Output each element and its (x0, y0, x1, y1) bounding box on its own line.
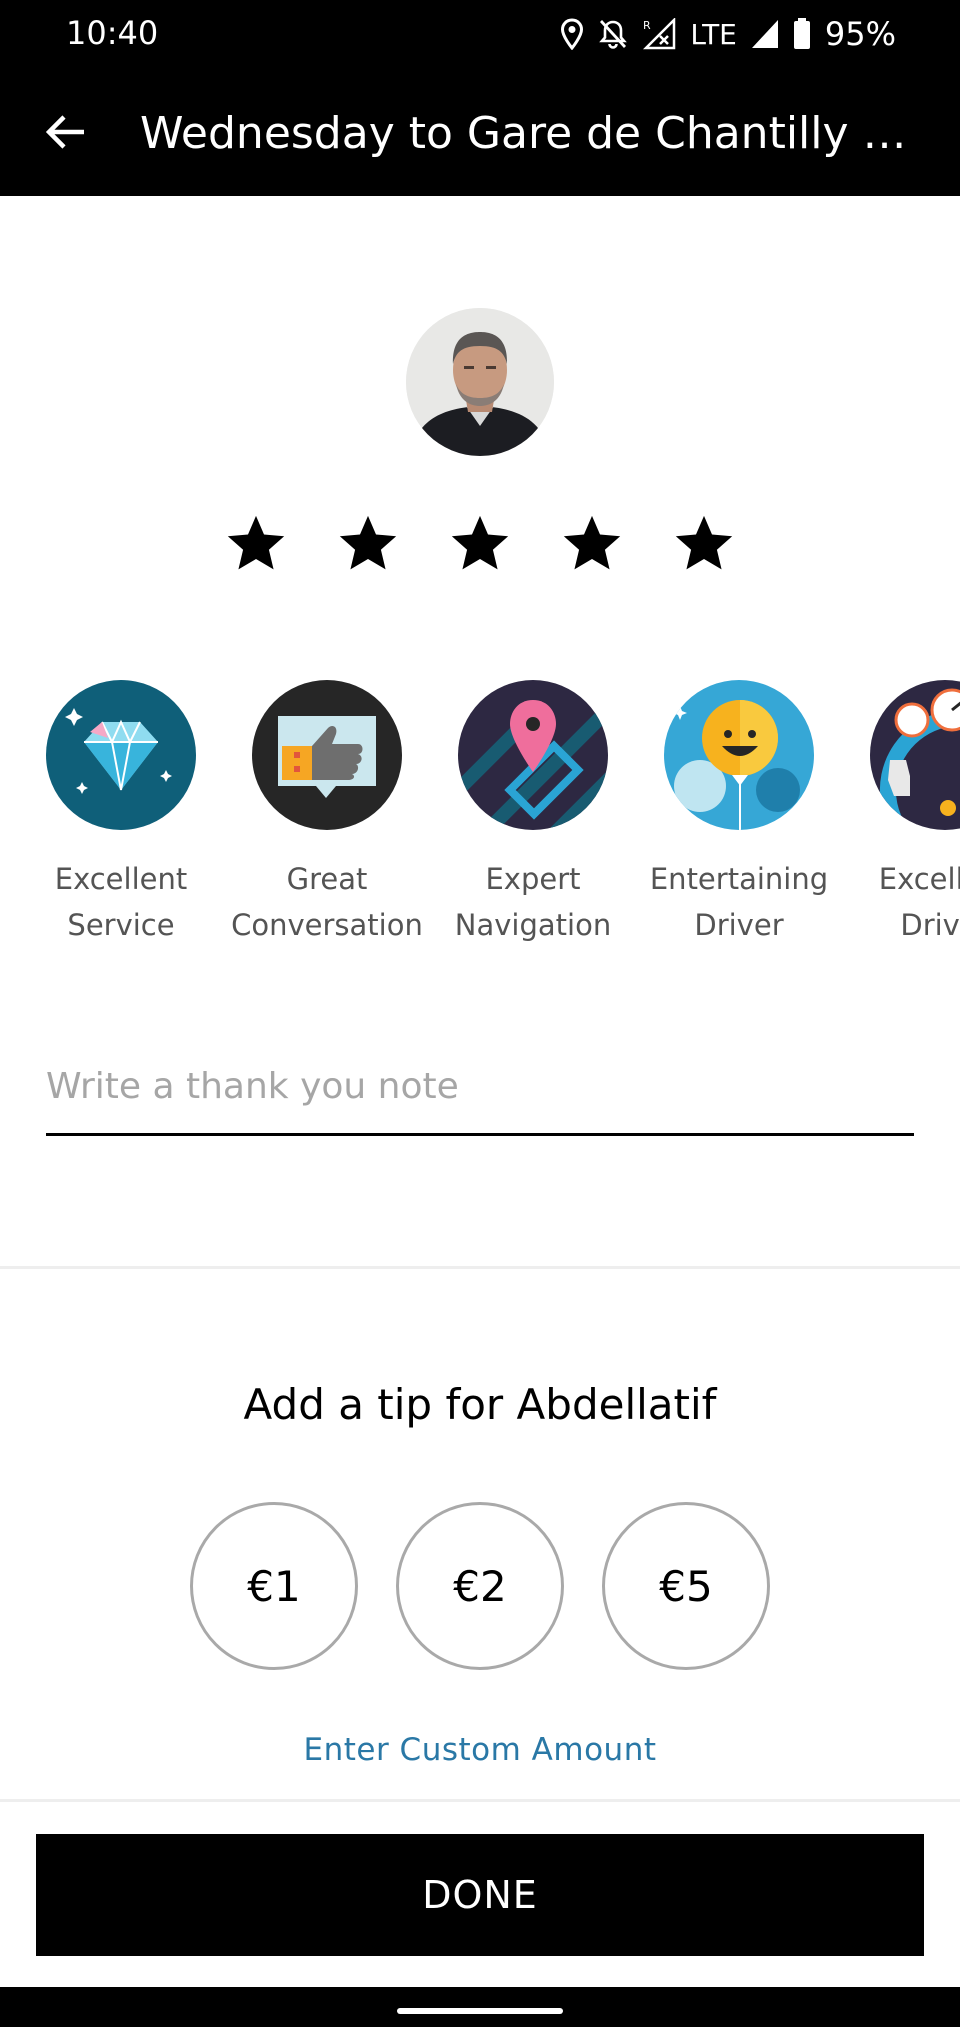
app-bar: Wednesday to Gare de Chantilly Go… (0, 70, 960, 196)
tip-option-1-euro[interactable]: €1 (190, 1502, 358, 1670)
compliment-label: Excellent Driver (878, 862, 960, 942)
star-icon-4[interactable] (561, 512, 623, 574)
star-icon-2[interactable] (337, 512, 399, 574)
section-divider (0, 1266, 960, 1269)
compliment-label: Excellent Service (54, 862, 188, 942)
tip-option-2-euro[interactable]: €2 (396, 1502, 564, 1670)
driver-avatar (406, 308, 554, 456)
done-button[interactable]: DONE (36, 1834, 924, 1956)
enter-custom-amount-link[interactable]: Enter Custom Amount (0, 1732, 960, 1768)
compliment-label: Expert Navigation (454, 862, 612, 942)
smiley-balloon-icon (664, 680, 814, 830)
diamond-icon (46, 680, 196, 830)
footer-divider (0, 1799, 960, 1802)
thank-you-note-input[interactable] (46, 1050, 914, 1136)
compliment-label: Entertaining Driver (649, 862, 829, 942)
compliment-entertaining-driver[interactable]: Entertaining Driver (636, 680, 842, 948)
steering-gauge-icon (870, 680, 960, 830)
compliment-expert-navigation[interactable]: Expert Navigation (430, 680, 636, 948)
rating-stars (0, 500, 960, 590)
map-pin-icon (458, 680, 608, 830)
notifications-off-icon (598, 18, 628, 50)
tip-heading: Add a tip for Abdellatif (243, 1380, 717, 1429)
back-button[interactable] (36, 104, 96, 164)
status-time: 10:40 (66, 14, 159, 52)
compliment-great-conversation[interactable]: Great Conversation (224, 680, 430, 948)
network-type: LTE (690, 17, 737, 51)
star-icon-3[interactable] (449, 512, 511, 574)
thumbs-up-icon (252, 680, 402, 830)
star-icon-1[interactable] (225, 512, 287, 574)
compliment-excellent-service[interactable]: Excellent Service (18, 680, 224, 948)
home-gesture-handle[interactable] (397, 2008, 563, 2014)
compliment-excellent-driver[interactable]: Excellent Driver (842, 680, 960, 948)
status-bar: 10:40 R LTE 95% (0, 0, 960, 70)
trip-title: Wednesday to Gare de Chantilly Go… (140, 108, 930, 159)
status-icons: R LTE 95% (560, 14, 896, 54)
arrow-left-icon (45, 114, 86, 155)
compliment-label: Great Conversation (231, 862, 423, 942)
tip-options: €1 €2 €5 (0, 1502, 960, 1670)
battery-icon (793, 18, 811, 50)
signal-icon (751, 19, 779, 49)
tip-option-5-euro[interactable]: €5 (602, 1502, 770, 1670)
signal-roaming-icon: R (642, 18, 676, 50)
battery-percent: 95% (824, 15, 896, 53)
system-nav-bar (0, 1987, 960, 2027)
compliments-carousel[interactable]: Excellent Service Great Conversation Exp… (0, 680, 960, 950)
star-icon-5[interactable] (673, 512, 735, 574)
location-icon (560, 18, 584, 50)
svg-text:R: R (643, 19, 651, 32)
